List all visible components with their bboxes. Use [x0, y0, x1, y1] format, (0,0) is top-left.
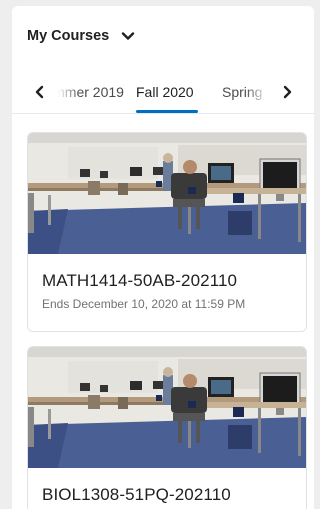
tab-next-button[interactable]: [275, 80, 299, 104]
course-image: [28, 133, 306, 254]
my-courses-widget: My Courses Summer 2019 Fall 2020 Spring …: [12, 6, 314, 509]
tab-scroller: Summer 2019 Fall 2020 Spring 2021: [58, 74, 268, 114]
tab-fade-right: [246, 74, 268, 112]
chevron-down-icon: [122, 32, 135, 40]
semester-tabs: Summer 2019 Fall 2020 Spring 2021: [12, 74, 314, 114]
course-card[interactable]: BIOL1308-51PQ-202110: [27, 346, 307, 509]
course-end-date: Ends December 10, 2020 at 11:59 PM: [42, 297, 246, 311]
selected-tab-indicator: [136, 110, 198, 113]
chevron-right-icon: [283, 85, 292, 99]
course-code: BIOL1308-51PQ-202110: [42, 485, 231, 504]
tab-fade-left: [58, 74, 80, 112]
chevron-left-icon: [35, 85, 44, 99]
course-code: MATH1414-50AB-202110: [42, 271, 238, 290]
course-image: [28, 347, 306, 468]
course-card[interactable]: MATH1414-50AB-202110 Ends December 10, 2…: [27, 132, 307, 332]
tab-fall-2020[interactable]: Fall 2020: [136, 84, 194, 100]
tab-prev-button[interactable]: [28, 80, 52, 104]
widget-title: My Courses: [27, 28, 110, 44]
my-courses-header[interactable]: My Courses: [27, 28, 135, 44]
